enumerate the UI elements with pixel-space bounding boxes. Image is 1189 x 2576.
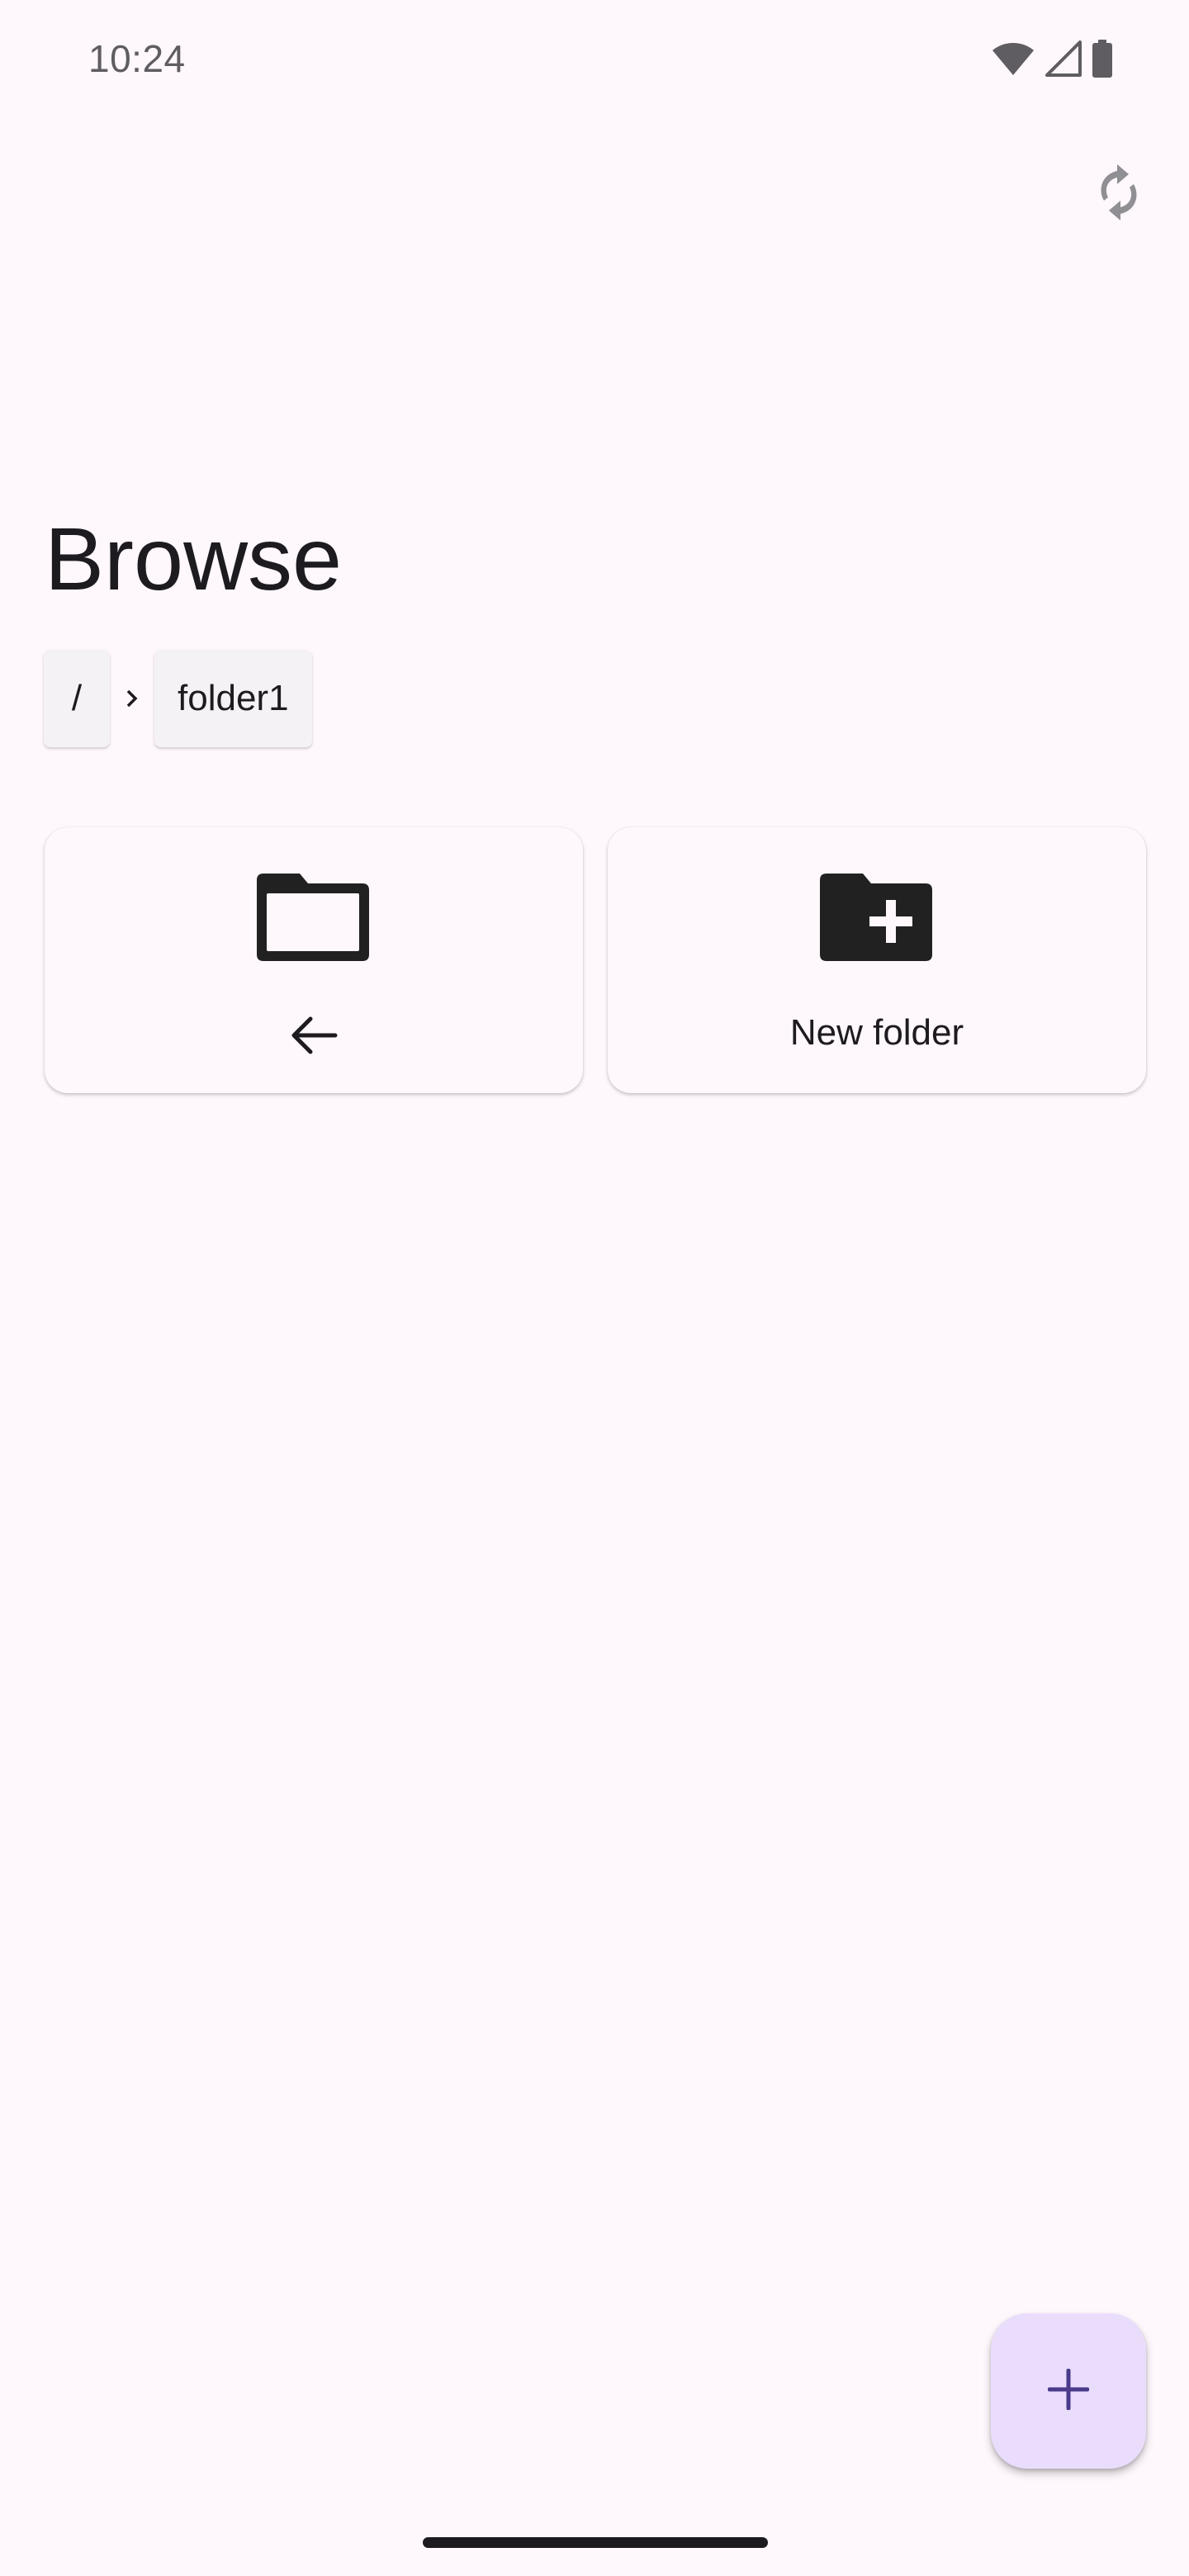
arrow-back-icon [289,1014,339,1061]
home-indicator[interactable] [423,2537,768,2548]
battery-icon [1092,40,1113,78]
sync-icon [1092,161,1145,228]
create-new-folder-icon [818,869,936,967]
parent-folder-card[interactable] [45,827,583,1093]
breadcrumb: / folder1 [44,650,312,747]
sync-button[interactable] [1082,157,1156,231]
add-icon [1047,2368,1090,2414]
add-fab-button[interactable] [991,2313,1146,2469]
chevron-right-icon [110,688,154,709]
wifi-icon [991,40,1035,77]
breadcrumb-root[interactable]: / [44,650,110,747]
page-title: Browse [45,509,343,608]
status-icons [991,40,1113,78]
breadcrumb-current-label: folder1 [178,678,289,718]
status-time: 10:24 [88,37,186,80]
new-folder-card[interactable]: New folder [608,827,1146,1093]
cellular-signal-icon [1045,40,1082,77]
new-folder-label: New folder [789,1012,964,1053]
folder-outline-icon [255,869,372,967]
breadcrumb-current[interactable]: folder1 [154,650,312,747]
breadcrumb-root-label: / [71,678,83,718]
